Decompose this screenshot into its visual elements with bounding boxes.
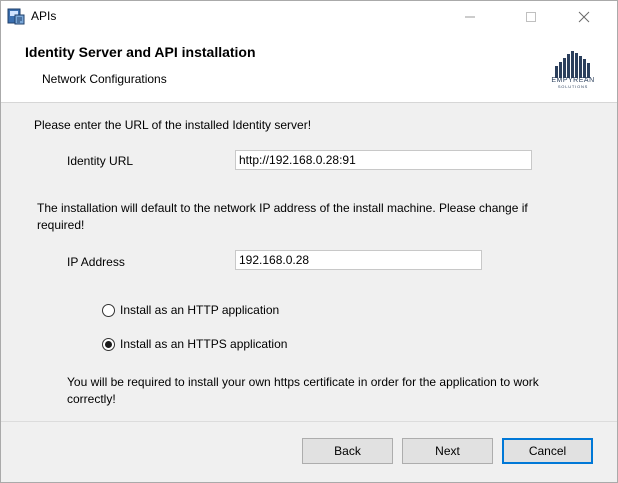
ip-prompt: The installation will default to the net…	[37, 201, 528, 232]
https-radio[interactable]	[102, 337, 115, 351]
http-radio-option[interactable]: Install as an HTTP application	[102, 303, 279, 317]
identity-prompt: Please enter the URL of the installed Id…	[34, 118, 312, 132]
header-banner: Identity Server and API installation Net…	[1, 32, 617, 103]
https-radio-option[interactable]: Install as an HTTPS application	[102, 337, 287, 351]
logo-subtext: SOLUTIONS	[558, 84, 588, 89]
identity-url-label: Identity URL	[67, 154, 134, 168]
installer-icon	[6, 6, 26, 26]
next-button[interactable]: Next	[402, 438, 493, 464]
maximize-icon	[526, 11, 536, 22]
https-certificate-note: You will be required to install your own…	[67, 375, 539, 406]
close-button[interactable]	[561, 1, 607, 32]
page-title: Identity Server and API installation	[25, 44, 256, 60]
maximize-button[interactable]	[508, 1, 554, 32]
back-button[interactable]: Back	[302, 438, 393, 464]
ip-address-label: IP Address	[67, 255, 125, 269]
https-radio-label: Install as an HTTPS application	[120, 337, 288, 351]
window-title: APIs	[31, 9, 57, 23]
installer-window: APIs Identity Server and API installatio…	[0, 0, 618, 483]
footer-divider	[1, 421, 617, 422]
company-logo: EMPYREAN SOLUTIONS	[551, 51, 594, 89]
identity-url-input[interactable]	[235, 150, 532, 170]
page-subtitle: Network Configurations	[42, 72, 167, 86]
ip-address-input[interactable]	[235, 250, 482, 270]
http-radio-label: Install as an HTTP application	[120, 303, 280, 317]
title-bar: APIs	[1, 1, 617, 32]
cancel-button[interactable]: Cancel	[502, 438, 593, 464]
close-icon	[578, 11, 590, 22]
http-radio[interactable]	[102, 303, 115, 317]
minimize-icon	[465, 16, 475, 17]
minimize-button[interactable]	[447, 1, 493, 32]
logo-text: EMPYREAN	[551, 77, 594, 84]
